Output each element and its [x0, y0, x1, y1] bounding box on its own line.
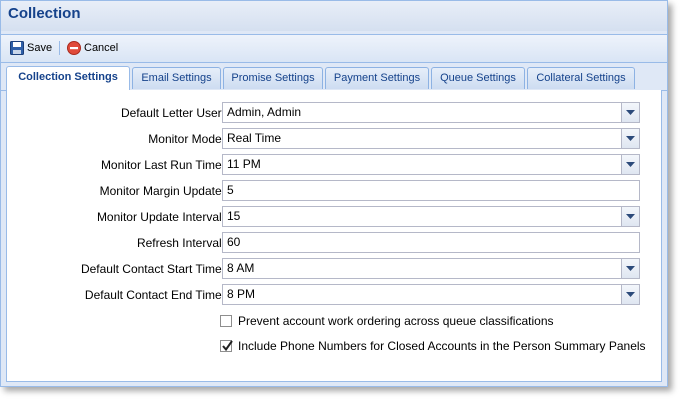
- monitor-mode-label: Monitor Mode:: [148, 132, 225, 146]
- prevent-ordering-checkbox[interactable]: [220, 315, 232, 327]
- tab-payment-settings[interactable]: Payment Settings: [325, 67, 429, 89]
- chevron-down-icon[interactable]: [621, 207, 639, 226]
- default-contact-start-time-label: Default Contact Start Time:: [80, 262, 225, 276]
- monitor-update-interval-row: Monitor Update Interval: 15: [7, 206, 663, 228]
- monitor-last-run-time-label: Monitor Last Run Time:: [100, 158, 225, 172]
- refresh-interval-label: Refresh Interval:: [136, 236, 225, 250]
- default-contact-start-time-combo[interactable]: 8 AM: [222, 258, 640, 279]
- default-contact-start-time-row: Default Contact Start Time: 8 AM: [7, 258, 663, 280]
- monitor-mode-combo[interactable]: Real Time: [222, 128, 640, 149]
- monitor-mode-row: Monitor Mode: Real Time: [7, 128, 663, 150]
- monitor-last-run-time-row: Monitor Last Run Time: 11 PM: [7, 154, 663, 176]
- default-letter-user-combo[interactable]: Admin, Admin: [222, 102, 640, 123]
- save-label: Save: [27, 42, 53, 54]
- default-letter-user-label: Default Letter User:: [120, 106, 225, 120]
- chevron-down-icon[interactable]: [621, 103, 639, 122]
- cancel-icon: [67, 41, 81, 55]
- save-icon: [10, 41, 24, 55]
- default-contact-start-time-value: 8 AM: [227, 261, 255, 275]
- chevron-down-icon[interactable]: [621, 259, 639, 278]
- monitor-update-interval-combo[interactable]: 15: [222, 206, 640, 227]
- window-title: Collection: [8, 5, 81, 22]
- refresh-interval-row: Refresh Interval: 60: [7, 232, 663, 254]
- checkmark-icon: [222, 340, 233, 352]
- include-phone-numbers-option: Include Phone Numbers for Closed Account…: [220, 338, 646, 354]
- include-phone-numbers-checkbox[interactable]: [220, 340, 233, 352]
- monitor-margin-update-input[interactable]: 5: [222, 180, 640, 201]
- monitor-last-run-time-combo[interactable]: 11 PM: [222, 154, 640, 175]
- monitor-margin-update-row: Monitor Margin Update: 5: [7, 180, 663, 202]
- prevent-ordering-label: Prevent account work ordering across que…: [238, 314, 554, 328]
- chevron-down-icon[interactable]: [621, 129, 639, 148]
- default-contact-end-time-value: 8 PM: [227, 287, 256, 301]
- default-contact-end-time-row: Default Contact End Time: 8 PM: [7, 284, 663, 306]
- monitor-last-run-time-value: 11 PM: [227, 157, 261, 171]
- default-letter-user-row: Default Letter User: Admin, Admin: [7, 102, 663, 124]
- chevron-down-icon[interactable]: [621, 285, 639, 304]
- chevron-down-icon[interactable]: [621, 155, 639, 174]
- monitor-mode-value: Real Time: [227, 131, 282, 145]
- monitor-margin-update-label: Monitor Margin Update:: [99, 184, 225, 198]
- window-titlebar: Collection: [1, 1, 667, 31]
- tab-queue-settings[interactable]: Queue Settings: [431, 67, 525, 89]
- refresh-interval-input[interactable]: 60: [222, 232, 640, 253]
- collection-settings-panel: Default Letter User: Admin, Admin Monito…: [6, 90, 662, 382]
- save-button[interactable]: Save: [10, 39, 52, 57]
- tab-email-settings[interactable]: Email Settings: [132, 67, 221, 89]
- monitor-update-interval-label: Monitor Update Interval:: [96, 210, 225, 224]
- cancel-button[interactable]: Cancel: [67, 39, 118, 57]
- prevent-ordering-option: Prevent account work ordering across que…: [220, 313, 554, 329]
- cancel-label: Cancel: [84, 42, 119, 54]
- toolbar-separator: [59, 41, 60, 55]
- include-phone-numbers-label: Include Phone Numbers for Closed Account…: [238, 339, 646, 353]
- tab-collection-settings[interactable]: Collection Settings: [6, 66, 130, 90]
- default-contact-end-time-label: Default Contact End Time:: [84, 288, 225, 302]
- collection-window: Collection Save Cancel Collection Settin…: [0, 0, 668, 387]
- tab-promise-settings[interactable]: Promise Settings: [223, 67, 323, 89]
- tab-strip: Collection Settings Email Settings Promi…: [1, 62, 667, 91]
- default-letter-user-value: Admin, Admin: [227, 105, 302, 119]
- monitor-update-interval-value: 15: [227, 209, 241, 223]
- default-contact-end-time-combo[interactable]: 8 PM: [222, 284, 640, 305]
- tab-collateral-settings[interactable]: Collateral Settings: [527, 67, 635, 89]
- toolbar: Save Cancel: [1, 34, 667, 63]
